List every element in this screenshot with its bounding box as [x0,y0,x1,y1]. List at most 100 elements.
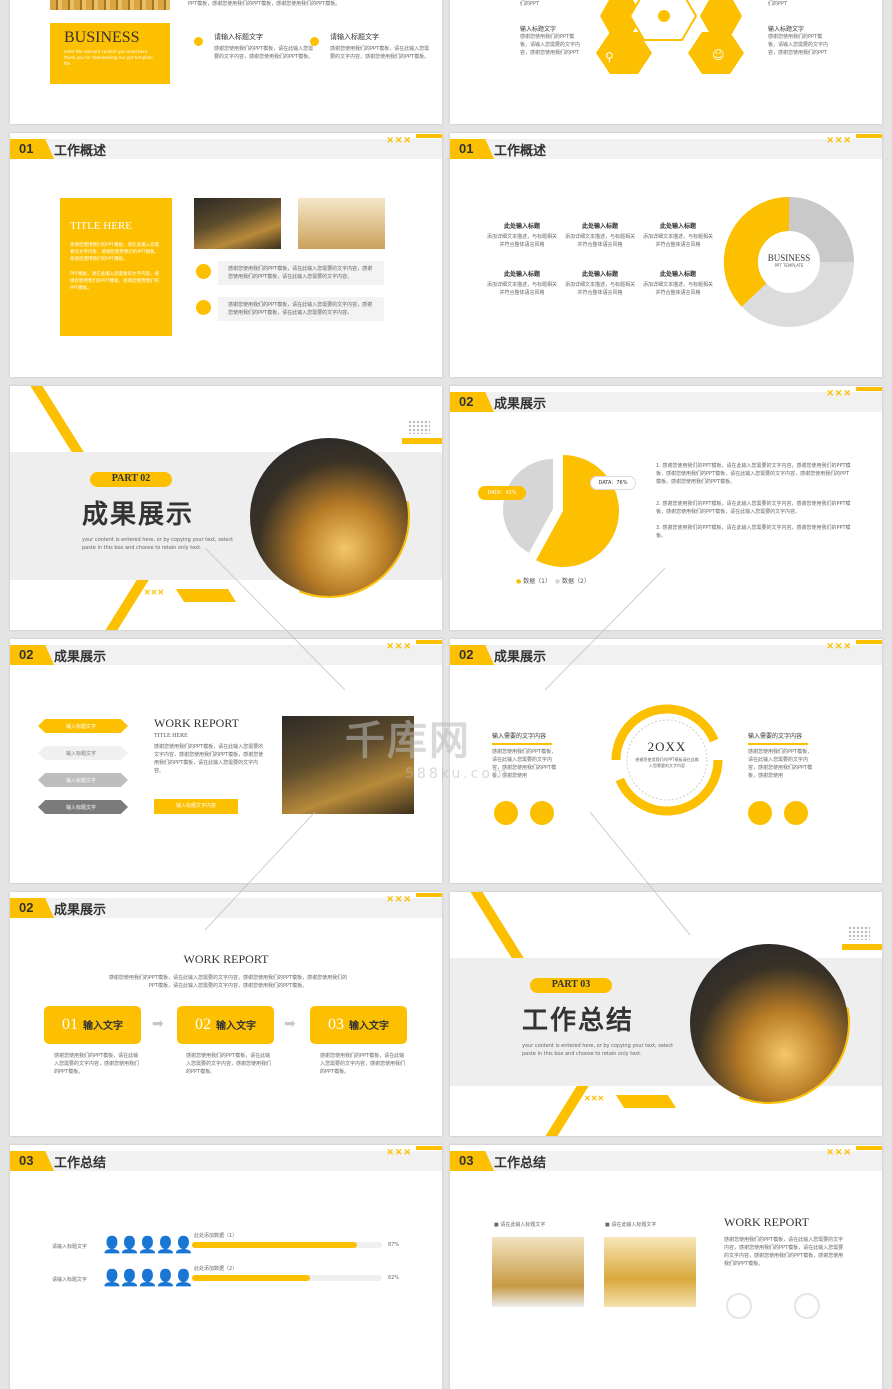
deco-stripe [24,386,84,452]
step-tag: 输入标题文字 [38,746,128,760]
part-subtitle: your content is entered here, or by copy… [522,1043,674,1057]
data-label-1: DATA：42% [478,486,526,500]
item-title: 请输入标题文字 [330,33,379,41]
slide-summary-report: 03 工作总结 ✕✕✕ ■ 请在此输入标题文字 ■ 请在此输入标题文字 WORK R… [450,1145,882,1389]
arrow-right-icon: ➡ [152,1016,164,1032]
section-title: 工作总结 [54,1156,107,1171]
slide-results-cycle: 02 成果展示 ✕✕✕ 输入需要的文字内容 感谢您使用我们的PPT模板，请在此输入您… [450,639,882,883]
section-title: 工作总结 [494,1156,547,1171]
process-step: 02 输入文字 [177,1006,274,1044]
progress-percent: 62% [388,1275,400,1281]
item-text: 添加详细文本描述，与标题相关并符合整体语言风格 [486,282,557,296]
slide-header: 02 成果展示 ✕✕✕ [10,893,442,918]
section-title: 工作概述 [54,144,107,159]
work-report-title: WORK REPORT [724,1215,809,1229]
data-label-2: DATA：76% [590,476,636,490]
pie-legend: ● 数据（1） ● 数据（2） [516,578,590,585]
slide-hexagons: 们的PPT 们的PPT 输入标题文字 感谢您使用我们的PPT模板，请输入您需要的… [450,0,882,124]
item-heading: 此处输入标题 [581,223,618,230]
item-text: 感谢您使用我们的PPT模板，请在此输入您需要的文字内容，感谢您使用我们的PPT模… [214,46,314,60]
business-title: BUSINESS [64,29,140,46]
result-item: 3. 感谢您使用我们的PPT模板，请在此输入您需要的文字内容，感谢您使用我们的P… [656,525,851,539]
slide-header: 02 成果展示 ✕✕✕ [450,387,882,412]
item-heading: 此处输入标题 [659,223,696,230]
item-text: 添加详细文本描述，与标题相关并符合整体语言风格 [564,234,635,248]
note-card: 感谢您使用我们的PPT模板，请在此输入您需要的文字内容，感谢您使用我们的PPT模… [218,297,384,321]
row-label: 请输入标题文字 [52,1244,88,1250]
legend-item: 数据（2） [562,578,590,585]
dot-grid [848,926,870,940]
image-caption: 请在此输入标题文字 [611,1222,657,1228]
user-icon: ☺ [712,48,725,62]
finance-chart-image [250,438,408,596]
step-text: 感谢您使用我们的PPT模板，请在此输入您需要的文字内容，感谢您使用我们的PPT模… [186,1053,272,1075]
note-text: 感谢您使用我们的PPT模板，请在此输入您需要的文字内容，感谢您使用我们的PPT模… [228,302,373,316]
item-text: 添加详细文本描述，与标题相关并符合整体语言风格 [564,282,635,296]
item-title: 请输入标题文字 [214,33,263,41]
slide-work-overview-2: 01 工作概述 ✕✕✕ 此处输入标题 添加详细文本描述，与标题相关并符合整体语言风格 … [450,133,882,377]
cycle-year: 2OXX [647,739,687,754]
slide-header: 01 工作概述 ✕✕✕ [10,134,442,159]
slide-header: 01 工作概述 ✕✕✕ [450,134,882,159]
slide-summary-bars: 03 工作总结 ✕✕✕ 请输入标题文字 👤👤👤👤👤 此处添加数据（1） 87% 请输… [10,1145,442,1389]
circle-gauge [794,1293,820,1319]
item-text: 添加详细文本描述，与标题相关并符合整体语言风格 [486,234,557,248]
intro-text: PPT模板，感谢您使用我们的PPT模板，感谢您使用我们的PPT模板。 [188,1,341,7]
deco-marks: ✕✕✕ [144,588,165,597]
coins-image [50,0,170,10]
deco-bar [402,438,442,444]
deco-bar [842,944,882,950]
progress-fill [192,1242,358,1248]
slide-business-intro: BUSINESS enter the relevant content you … [10,0,442,124]
part-title: 工作总结 [522,1006,635,1036]
result-item: 1. 感谢您使用我们的PPT模板，请在此输入您需要的文字内容，感谢您使用我们的P… [656,463,851,485]
house-coins-image [194,198,281,249]
slide-header: 03 工作总结 ✕✕✕ [450,1146,882,1171]
truck-icon [494,801,518,825]
document-icon [196,264,211,279]
section-title: 工作概述 [494,144,547,159]
box-title: TITLE HERE [70,220,133,232]
circle-gauge [726,1293,752,1319]
progress-fill [192,1275,310,1281]
report-button: 输入标题文字内容 [154,799,238,814]
section-title: 成果展示 [494,650,547,665]
progress-track [192,1242,382,1248]
work-report-title: WORK REPORT [183,952,269,966]
process-step: 03 输入文字 [310,1006,407,1044]
ring-title: BUSINESS [767,253,811,263]
cycle-text: 感谢您使用我们的PPT模板请在此输入您需要的文字内容 [635,757,699,768]
section-title: 成果展示 [54,903,107,918]
share-icon: ⚲ [605,50,614,64]
business-tagline: enter the relevant content you need here… [64,49,153,66]
progress-track [192,1275,382,1281]
deco-bar [615,1095,677,1108]
deco-marks: ✕✕✕ [584,1094,605,1103]
process-step: 01 输入文字 [44,1006,141,1044]
step-tag: 输入标题文字 [38,773,128,787]
box-text: PPT模板，请在此输入您需要的文字内容，感谢您使用我们的PPT模板，感谢您使用我… [70,272,160,291]
hex-left-title: 输入标题文字 [520,26,557,33]
note-text: 感谢您使用我们的PPT模板，请在此输入您需要的文字内容，感谢您使用我们的PPT模… [228,266,373,280]
hex-left-text: 感谢您使用我们的PPT模板，请输入您需要的文字内容，感谢您使用我们的PPT [520,34,581,56]
hexagon-cluster [596,0,744,74]
bar-label: 此处添加数据（1） [194,1233,238,1239]
left-text: 感谢您使用我们的PPT模板，请在此输入您需要的文字内容，感谢您使用我们的PPT模… [492,749,557,779]
people-icons: 👤👤👤👤👤 [102,1268,194,1287]
hex-right-title: 输入标题文字 [768,26,805,33]
hex-top-left-text: 们的PPT [520,1,540,7]
report-text: 感谢您使用我们的PPT模板，请在此输入您需要的文字内容，感谢您使用我们的PPT模… [154,744,264,774]
item-text: 添加详细文本描述，与标题相关并符合整体语言风格 [642,234,713,248]
part-badge: PART 02 [90,472,172,487]
step-tag: 输入标题文字 [38,719,128,733]
part-badge: PART 03 [530,978,612,993]
result-item: 2. 感谢您使用我们的PPT模板，请在此输入您需要的文字内容，感谢您使用我们的P… [656,501,851,515]
title-box: TITLE HERE 感谢您使用我们的PPT模板，请在此输入您需要的文字内容，感… [60,198,172,336]
finance-chart-image [690,944,848,1102]
house-coins-image [282,716,414,814]
slide-header: 02 成果展示 ✕✕✕ [450,640,882,665]
deco-stripe [539,1086,589,1136]
hex-right-text: 感谢您使用我们的PPT模板，请输入您需要的文字内容，感谢您使用我们的PPT [768,34,829,56]
monitor-icon [784,801,808,825]
slide-results-steps: 02 成果展示 ✕✕✕ 输入标题文字 输入标题文字 输入标题文字 输入标题文字 WO… [10,639,442,883]
